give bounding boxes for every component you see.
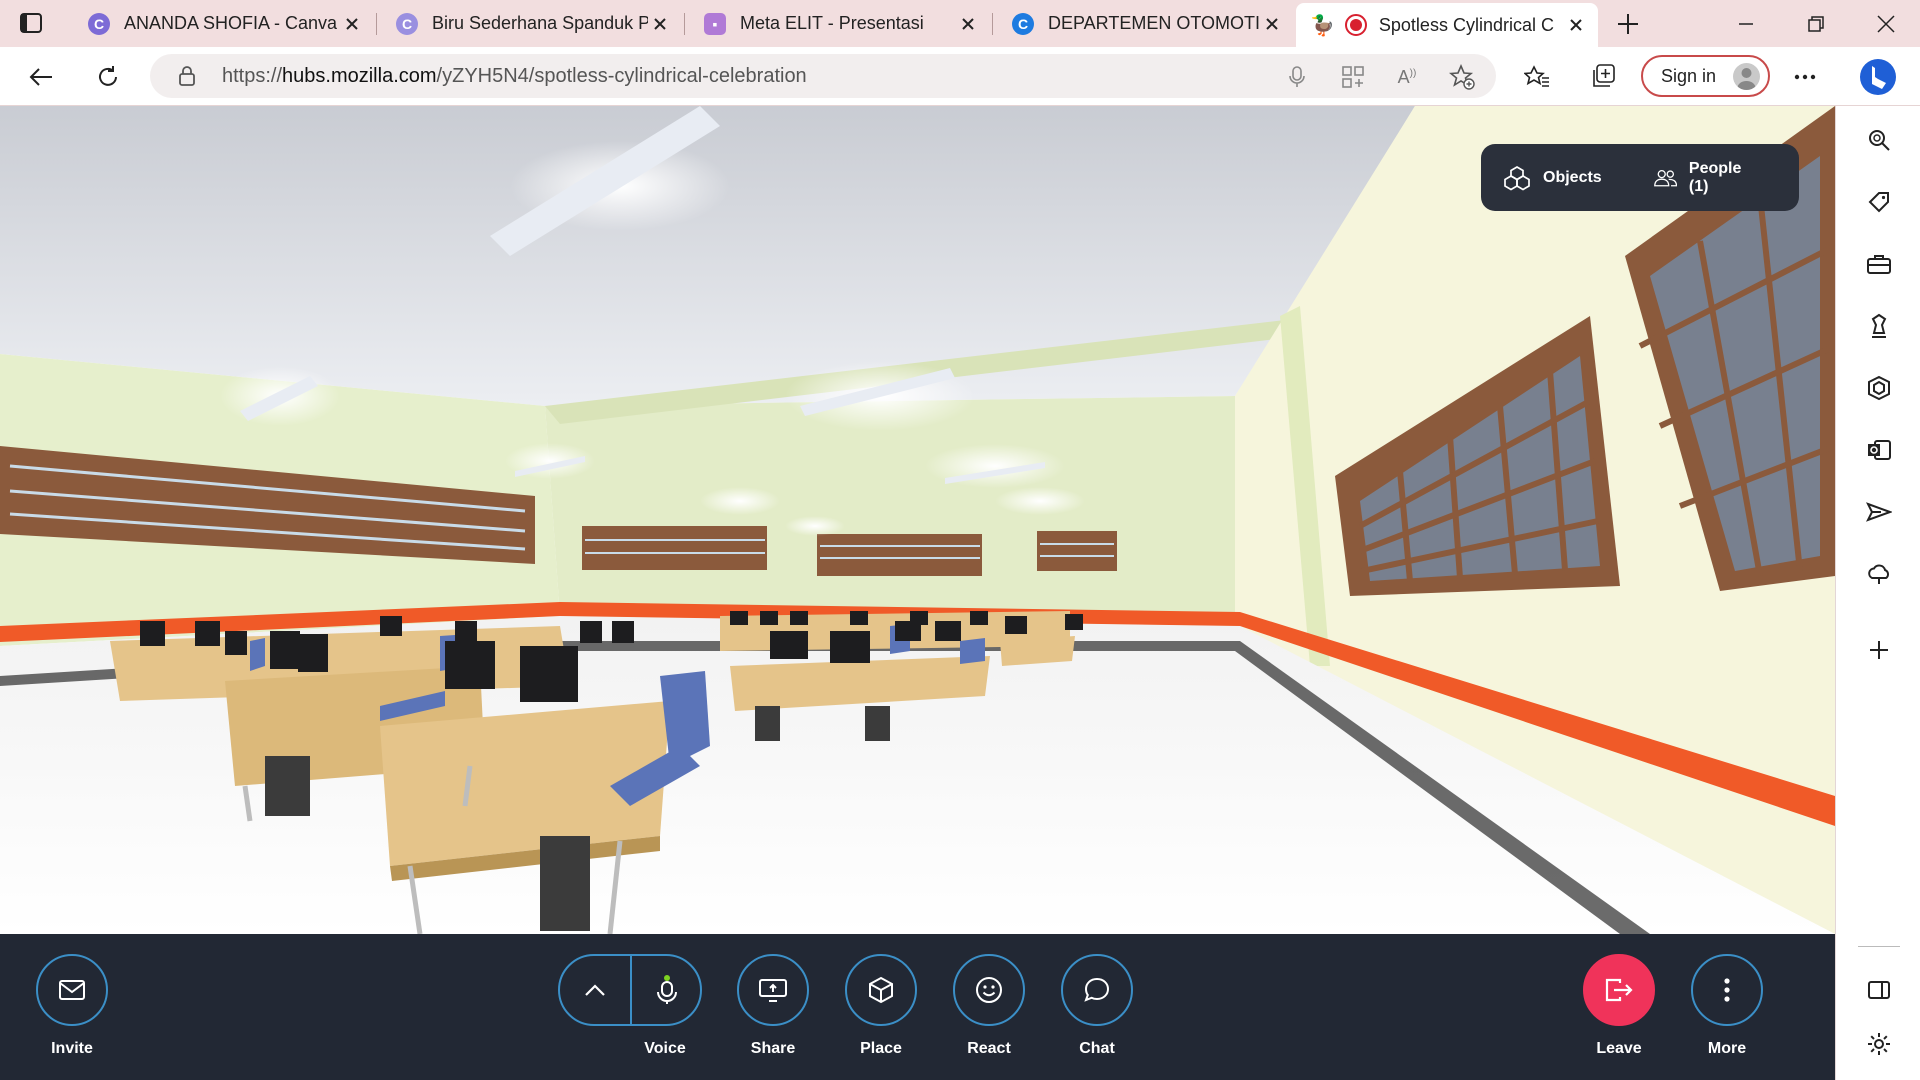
- tab-divider: [376, 13, 377, 35]
- tag-icon[interactable]: [1836, 182, 1920, 222]
- address-bar[interactable]: https://hubs.mozilla.com/yZYH5N4/spotles…: [150, 54, 1496, 98]
- people-icon: [1653, 169, 1677, 186]
- presentation-icon: ▪: [704, 12, 726, 35]
- more-button[interactable]: More: [1672, 954, 1782, 1058]
- sign-in-button[interactable]: Sign in: [1641, 55, 1770, 97]
- audio-settings-button[interactable]: [560, 956, 630, 1024]
- copilot-icon[interactable]: [1856, 55, 1900, 99]
- voice-label: Voice: [644, 1040, 686, 1057]
- hud-panel: Objects People (1): [1481, 144, 1799, 211]
- objects-icon: [1504, 165, 1530, 190]
- more-label: More: [1707, 1040, 1747, 1057]
- voice-control-group: [558, 954, 702, 1026]
- cloud-icon[interactable]: [1836, 554, 1920, 594]
- recording-icon: [1344, 14, 1367, 36]
- sidepanel-icon[interactable]: [1836, 970, 1920, 1010]
- share-label: Share: [750, 1040, 796, 1057]
- send-icon[interactable]: [1836, 492, 1920, 532]
- leave-button[interactable]: Leave: [1564, 954, 1674, 1058]
- refresh-icon[interactable]: [93, 62, 123, 92]
- tab-divider: [992, 13, 993, 35]
- settings-more-icon[interactable]: [1790, 62, 1820, 92]
- tab-meta-elit[interactable]: ▪ Meta ELIT - Presentasi: [686, 6, 990, 41]
- share-button[interactable]: Share: [718, 954, 828, 1058]
- tab-canva-biru[interactable]: C Biru Sederhana Spanduk P: [378, 6, 682, 41]
- tab-actions-icon[interactable]: [18, 10, 44, 36]
- office-icon[interactable]: [1836, 368, 1920, 408]
- app-available-icon[interactable]: [1340, 64, 1366, 90]
- edge-sidebar: [1835, 106, 1920, 1080]
- avatar-icon: [1733, 63, 1760, 90]
- people-label: People (1): [1688, 159, 1742, 195]
- place-label: Place: [860, 1040, 902, 1057]
- restore-icon[interactable]: [1802, 10, 1830, 38]
- tab-departemen[interactable]: C DEPARTEMEN OTOMOTIF: [994, 6, 1294, 41]
- settings-icon[interactable]: [1836, 1024, 1920, 1064]
- chat-button[interactable]: Chat: [1042, 954, 1152, 1058]
- canva-icon: C: [1012, 12, 1034, 35]
- hubs-toolbar: Invite Voice Share Place React Chat Leav…: [0, 934, 1835, 1080]
- tab-title: Spotless Cylindrical C: [1378, 14, 1554, 35]
- tab-title: DEPARTEMEN OTOMOTIF: [1048, 13, 1260, 33]
- more-vertical-icon: [1724, 978, 1730, 1002]
- screen-share-icon: [759, 979, 787, 1002]
- invite-label: Invite: [51, 1040, 93, 1057]
- react-label: React: [967, 1040, 1011, 1057]
- chat-bubble-icon: [1084, 977, 1110, 1002]
- invite-button[interactable]: Invite: [17, 954, 127, 1058]
- canva-icon: C: [88, 12, 110, 35]
- tab-hubs-active[interactable]: 🦆 Spotless Cylindrical C: [1296, 3, 1598, 47]
- close-icon[interactable]: [340, 12, 364, 36]
- add-favorite-icon[interactable]: [1448, 63, 1476, 91]
- leave-label: Leave: [1596, 1040, 1642, 1057]
- new-tab-icon[interactable]: [1614, 10, 1642, 38]
- tab-title: Biru Sederhana Spanduk P: [432, 13, 648, 33]
- duck-icon: 🦆: [1310, 14, 1335, 37]
- smiley-icon: [976, 977, 1002, 1003]
- canva-icon: C: [396, 12, 418, 35]
- read-aloud-icon[interactable]: A)): [1394, 64, 1420, 90]
- react-button[interactable]: React: [934, 954, 1044, 1058]
- classroom-scene: [0, 106, 1835, 934]
- browser-toolbar: https://hubs.mozilla.com/yZYH5N4/spotles…: [0, 47, 1920, 106]
- microphone-icon[interactable]: [1284, 64, 1310, 90]
- lock-icon[interactable]: [176, 65, 198, 87]
- chess-icon[interactable]: [1836, 306, 1920, 346]
- objects-label: Objects: [1543, 168, 1602, 186]
- microphone-icon: [657, 975, 677, 1004]
- close-icon[interactable]: [1260, 12, 1284, 36]
- tab-title: ANANDA SHOFIA - Canva: [124, 13, 338, 33]
- close-icon[interactable]: [956, 12, 980, 36]
- tab-canva-ananda[interactable]: C ANANDA SHOFIA - Canva: [70, 6, 374, 41]
- cube-icon: [869, 976, 893, 1004]
- voice-button[interactable]: [632, 956, 702, 1024]
- close-icon[interactable]: [648, 12, 672, 36]
- outlook-icon[interactable]: [1836, 430, 1920, 470]
- favorites-icon[interactable]: [1522, 62, 1552, 92]
- tab-strip: C ANANDA SHOFIA - Canva C Biru Sederhana…: [0, 0, 1920, 47]
- back-icon[interactable]: [26, 63, 56, 91]
- sign-in-label: Sign in: [1661, 65, 1717, 86]
- close-window-icon[interactable]: [1872, 10, 1900, 38]
- voice-label-wrap: Voice: [610, 1040, 720, 1058]
- hubs-3d-viewport[interactable]: Objects People (1): [0, 106, 1835, 934]
- leave-icon: [1605, 978, 1633, 1002]
- sidebar-divider: [1858, 946, 1900, 947]
- collections-icon[interactable]: [1588, 62, 1618, 92]
- minimize-icon[interactable]: [1732, 10, 1760, 38]
- people-button[interactable]: People (1): [1653, 159, 1748, 196]
- url-text[interactable]: https://hubs.mozilla.com/yZYH5N4/spotles…: [222, 65, 807, 88]
- tab-title: Meta ELIT - Presentasi: [740, 13, 924, 33]
- chat-label: Chat: [1079, 1040, 1115, 1057]
- envelope-icon: [59, 980, 85, 1000]
- add-icon[interactable]: [1836, 630, 1920, 670]
- objects-button[interactable]: Objects: [1503, 165, 1602, 191]
- search-icon[interactable]: [1836, 120, 1920, 160]
- chevron-up-icon: [585, 984, 605, 996]
- tab-divider: [684, 13, 685, 35]
- close-icon[interactable]: [1564, 13, 1588, 37]
- briefcase-icon[interactable]: [1836, 244, 1920, 284]
- place-button[interactable]: Place: [826, 954, 936, 1058]
